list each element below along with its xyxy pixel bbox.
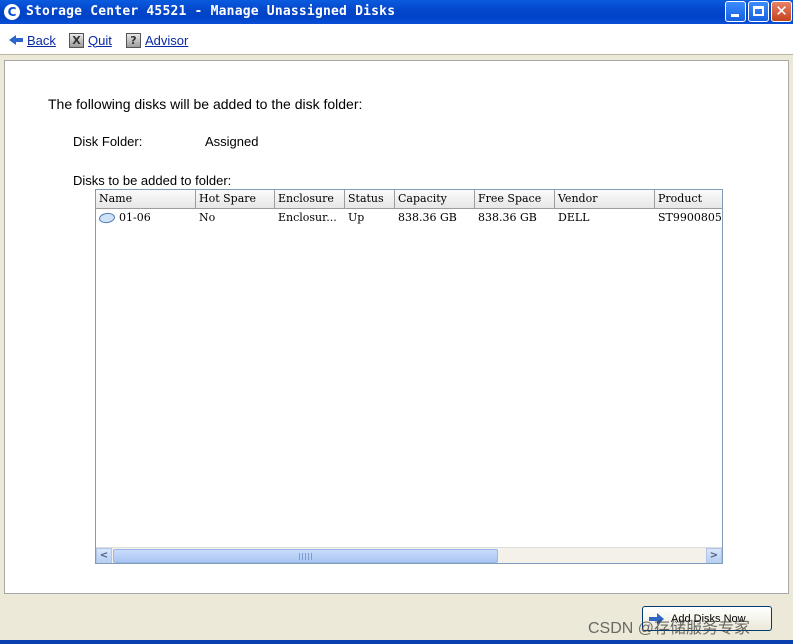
disk-folder-value: Assigned xyxy=(205,134,259,149)
column-header-hot-spare[interactable]: Hot Spare xyxy=(196,190,275,208)
disks-table[interactable]: Name Hot Spare Enclosure Status Capacity… xyxy=(95,189,723,564)
cell-free-space: 838.36 GB xyxy=(478,211,537,224)
horizontal-scrollbar[interactable]: < > xyxy=(96,547,722,563)
quit-icon: X xyxy=(69,32,84,48)
disks-to-add-label: Disks to be added to folder: xyxy=(73,173,232,188)
maximize-icon xyxy=(753,6,764,16)
cell-hot-spare: No xyxy=(199,211,216,224)
quit-link[interactable]: Quit xyxy=(88,33,112,48)
watermark: CSDN @存储服务专家 xyxy=(588,620,751,637)
app-icon: C xyxy=(4,4,20,20)
scroll-left-icon[interactable]: < xyxy=(96,548,112,563)
toolbar: Back X Quit ? Advisor xyxy=(0,24,793,55)
column-header-free-space[interactable]: Free Space xyxy=(475,190,555,208)
cell-capacity: 838.36 GB xyxy=(398,211,457,224)
advisor-link[interactable]: Advisor xyxy=(145,33,188,48)
window-title: Storage Center 45521 - Manage Unassigned… xyxy=(26,4,396,19)
table-header: Name Hot Spare Enclosure Status Capacity… xyxy=(96,190,722,209)
scrollbar-thumb[interactable] xyxy=(113,549,498,563)
column-header-status[interactable]: Status xyxy=(345,190,395,208)
disk-icon xyxy=(98,211,116,225)
scroll-right-icon[interactable]: > xyxy=(706,548,722,563)
help-icon: ? xyxy=(126,32,141,48)
main-panel: The following disks will be added to the… xyxy=(4,60,789,594)
column-header-product[interactable]: Product xyxy=(655,190,722,208)
close-icon: ✕ xyxy=(775,2,788,20)
intro-text: The following disks will be added to the… xyxy=(48,96,363,112)
maximize-button[interactable] xyxy=(748,1,769,22)
cell-vendor: DELL xyxy=(558,211,590,224)
column-header-vendor[interactable]: Vendor xyxy=(555,190,655,208)
back-button[interactable]: Back xyxy=(9,31,56,49)
advisor-button[interactable]: ? Advisor xyxy=(126,31,188,49)
minimize-icon xyxy=(731,14,739,17)
disk-name: 01-06 xyxy=(119,211,151,224)
cell-enclosure: Enclosur... xyxy=(278,211,337,224)
cell-status: Up xyxy=(348,211,365,224)
column-header-name[interactable]: Name xyxy=(96,190,196,208)
close-button[interactable]: ✕ xyxy=(771,1,792,22)
title-bar: C Storage Center 45521 - Manage Unassign… xyxy=(0,0,793,24)
table-row[interactable]: 01-06 No Enclosur... Up 838.36 GB 838.36… xyxy=(96,209,722,227)
column-header-capacity[interactable]: Capacity xyxy=(395,190,475,208)
back-link[interactable]: Back xyxy=(27,33,56,48)
back-arrow-icon xyxy=(9,33,23,47)
scroll-grip-icon xyxy=(299,553,313,560)
column-header-enclosure[interactable]: Enclosure xyxy=(275,190,345,208)
bottom-border xyxy=(0,640,793,644)
quit-button[interactable]: X Quit xyxy=(69,31,112,49)
cell-name: 01-06 xyxy=(96,209,196,227)
cell-product: ST9900805SS xyxy=(658,211,722,224)
minimize-button[interactable] xyxy=(725,1,746,22)
disk-folder-label: Disk Folder: xyxy=(73,134,143,149)
